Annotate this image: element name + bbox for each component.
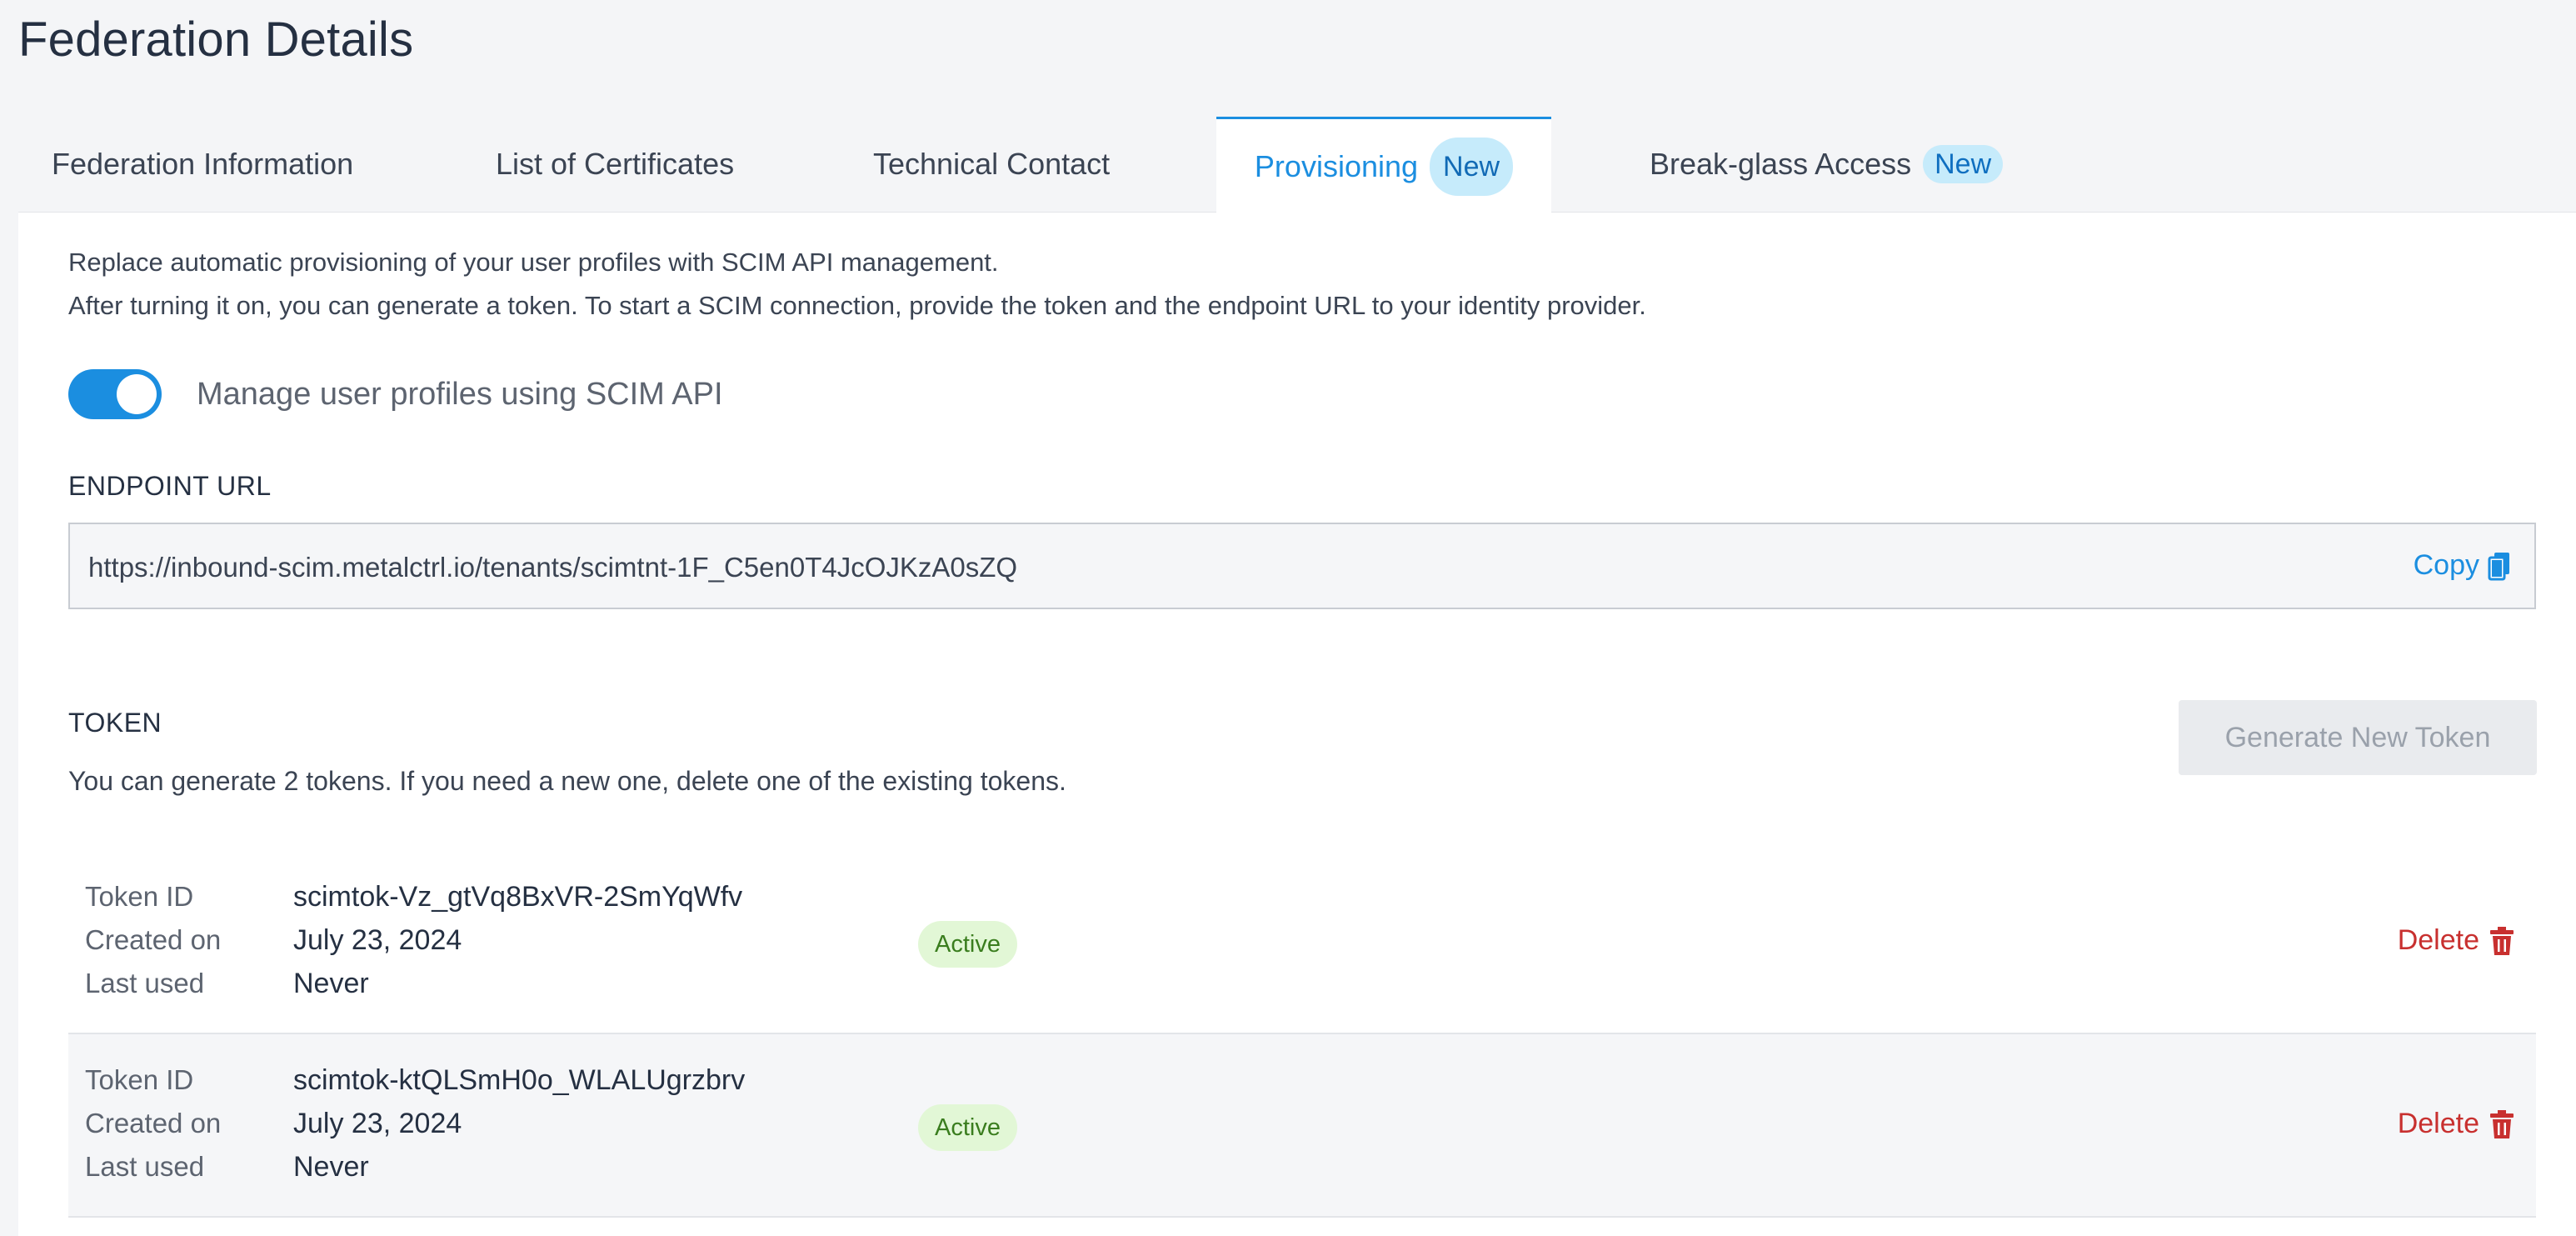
tab-label: Break-glass Access: [1650, 147, 1912, 181]
created-on-value: July 23, 2024: [293, 924, 462, 956]
tab-label: List of Certificates: [496, 147, 735, 181]
provisioning-description: Replace automatic provisioning of your u…: [68, 248, 999, 277]
delete-label: Delete: [2397, 924, 2479, 956]
status-badge: Active: [918, 1104, 1017, 1151]
last-used-value: Never: [293, 1151, 369, 1183]
endpoint-url-heading: ENDPOINT URL: [68, 471, 272, 501]
token-id-label: Token ID: [85, 881, 194, 912]
new-badge: New: [1923, 145, 2004, 183]
token-row: Token ID Created on Last used scimtok-kt…: [68, 1034, 2536, 1218]
tab-provisioning[interactable]: Provisioning New: [1216, 117, 1551, 213]
last-used-value: Never: [293, 968, 369, 999]
tab-list-of-certificates[interactable]: List of Certificates: [496, 117, 734, 212]
scim-toggle[interactable]: [68, 369, 162, 419]
copy-label: Copy: [2413, 549, 2479, 581]
tab-federation-information[interactable]: Federation Information: [52, 117, 353, 212]
endpoint-url-value: https://inbound-scim.metalctrl.io/tenant…: [88, 552, 1018, 583]
status-badge: Active: [918, 921, 1017, 968]
created-on-label: Created on: [85, 924, 222, 955]
delete-token-button[interactable]: Delete: [2398, 924, 2514, 957]
token-id-label: Token ID: [85, 1064, 194, 1095]
copy-icon: [2488, 552, 2509, 580]
token-id-value: scimtok-Vz_gtVq8BxVR-2SmYqWfv: [293, 881, 743, 913]
last-used-label: Last used: [85, 1151, 205, 1182]
tab-technical-contact[interactable]: Technical Contact: [873, 117, 1110, 212]
generate-new-token-button[interactable]: Generate New Token: [2179, 700, 2537, 775]
copy-button[interactable]: Copy: [2414, 549, 2511, 582]
toggle-knob: [117, 374, 157, 414]
provisioning-panel: Replace automatic provisioning of your u…: [18, 213, 2576, 1236]
trash-icon: [2490, 1109, 2514, 1138]
tab-label: Technical Contact: [873, 147, 1111, 181]
delete-token-button[interactable]: Delete: [2398, 1108, 2514, 1140]
new-badge: New: [1430, 137, 1514, 196]
scim-toggle-label: Manage user profiles using SCIM API: [197, 377, 723, 412]
delete-label: Delete: [2397, 1108, 2479, 1139]
tab-label: Federation Information: [52, 147, 354, 181]
last-used-label: Last used: [85, 968, 205, 998]
tab-bar: Federation Information List of Certifica…: [18, 117, 2576, 213]
token-id-value: scimtok-ktQLSmH0o_WLALUgrzbrv: [293, 1064, 746, 1096]
provisioning-instructions: After turning it on, you can generate a …: [68, 291, 1646, 320]
created-on-value: July 23, 2024: [293, 1108, 462, 1139]
created-on-label: Created on: [85, 1108, 222, 1138]
token-heading: TOKEN: [68, 708, 162, 738]
token-help-text: You can generate 2 tokens. If you need a…: [68, 766, 1066, 796]
tab-break-glass-access[interactable]: Break-glass Access New: [1650, 117, 2004, 212]
endpoint-url-field[interactable]: https://inbound-scim.metalctrl.io/tenant…: [68, 523, 2536, 609]
trash-icon: [2490, 926, 2514, 955]
tab-label: Provisioning: [1254, 148, 1419, 183]
token-row: Token ID Created on Last used scimtok-Vz…: [68, 851, 2536, 1034]
page-title: Federation Details: [18, 13, 414, 67]
